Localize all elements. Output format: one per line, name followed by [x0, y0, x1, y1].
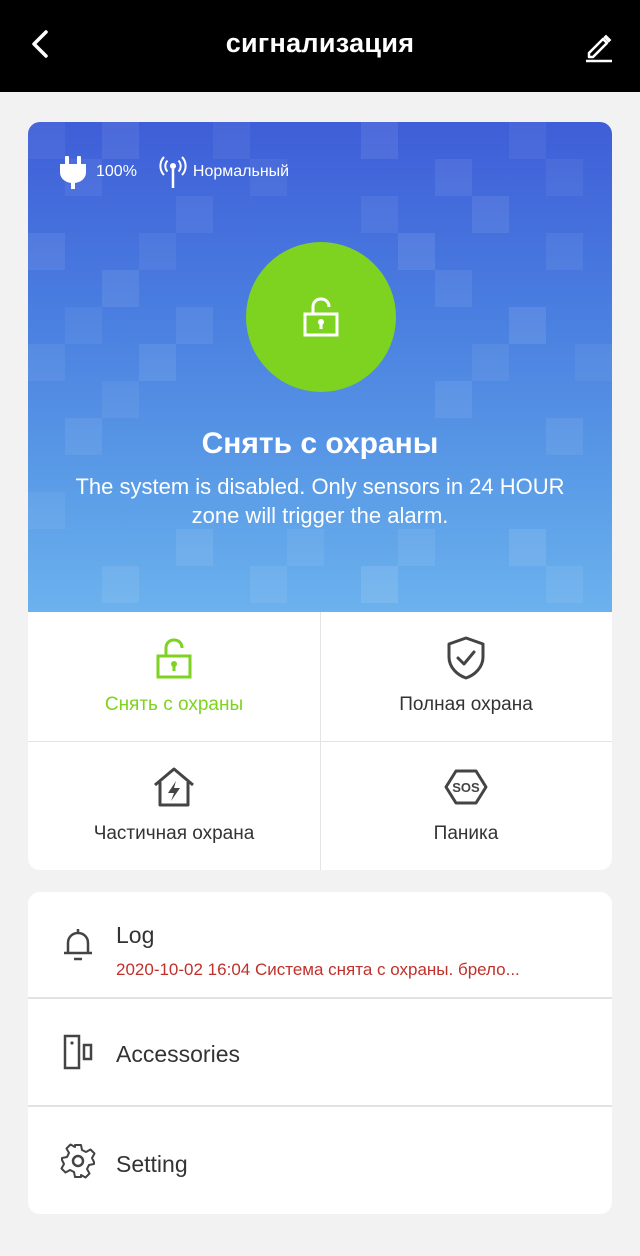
mode-panic-button[interactable]: SOS Паника [320, 741, 612, 870]
mode-disarm-button[interactable]: Снять с охраны [28, 612, 320, 741]
log-label: Log [116, 922, 155, 948]
pencil-icon [586, 34, 612, 63]
signal-status: Нормальный [159, 154, 289, 190]
page-title: сигнализация [225, 28, 415, 58]
home-bolt-icon [154, 767, 194, 807]
shield-check-icon [447, 636, 485, 680]
svg-text:SOS: SOS [452, 780, 480, 795]
device-status-bar: 100% Нормальный [56, 152, 311, 192]
antenna-icon [159, 156, 187, 188]
power-percent: 100% [96, 163, 137, 180]
accessories-label: Accessories [116, 1041, 240, 1067]
sos-icon: SOS [444, 769, 488, 805]
setting-label: Setting [116, 1151, 188, 1177]
arm-state-description: The system is disabled. Only sensors in … [75, 474, 565, 528]
mode-grid: Снять с охраны Полная охрана Частичная о… [28, 612, 612, 870]
top-bar: сигнализация [0, 0, 640, 92]
plug-icon [60, 156, 86, 189]
unlock-icon [303, 297, 339, 337]
signal-text: Нормальный [192, 163, 290, 180]
log-latest-entry: 2020-10-02 16:04 Система снята с охраны.… [116, 960, 520, 979]
mode-label: Паника [433, 823, 499, 844]
mode-partial-arm-button[interactable]: Частичная охрана [28, 741, 320, 870]
bell-icon [64, 929, 92, 961]
arm-state-button[interactable] [246, 242, 396, 392]
arm-state-title: Снять с охраны [201, 427, 439, 460]
menu-list: Log 2020-10-02 16:04 Система снята с охр… [28, 892, 612, 1214]
edit-button[interactable] [578, 26, 618, 66]
door-sensor-icon [63, 1034, 93, 1070]
gear-icon [60, 1143, 96, 1179]
mode-label: Снять с охраны [104, 694, 244, 715]
unlock-icon [156, 638, 192, 679]
setting-row[interactable]: Setting [28, 1107, 612, 1214]
mode-label: Частичная охрана [93, 823, 255, 844]
power-status: 100% [56, 154, 137, 190]
mode-label: Полная охрана [399, 694, 533, 715]
accessories-row[interactable]: Accessories [28, 999, 612, 1105]
alarm-status-card: 100% Нормальный Снять с охраны The syste… [28, 122, 612, 612]
mode-full-arm-button[interactable]: Полная охрана [320, 612, 612, 741]
log-row[interactable]: Log 2020-10-02 16:04 Система снята с охр… [28, 892, 612, 998]
